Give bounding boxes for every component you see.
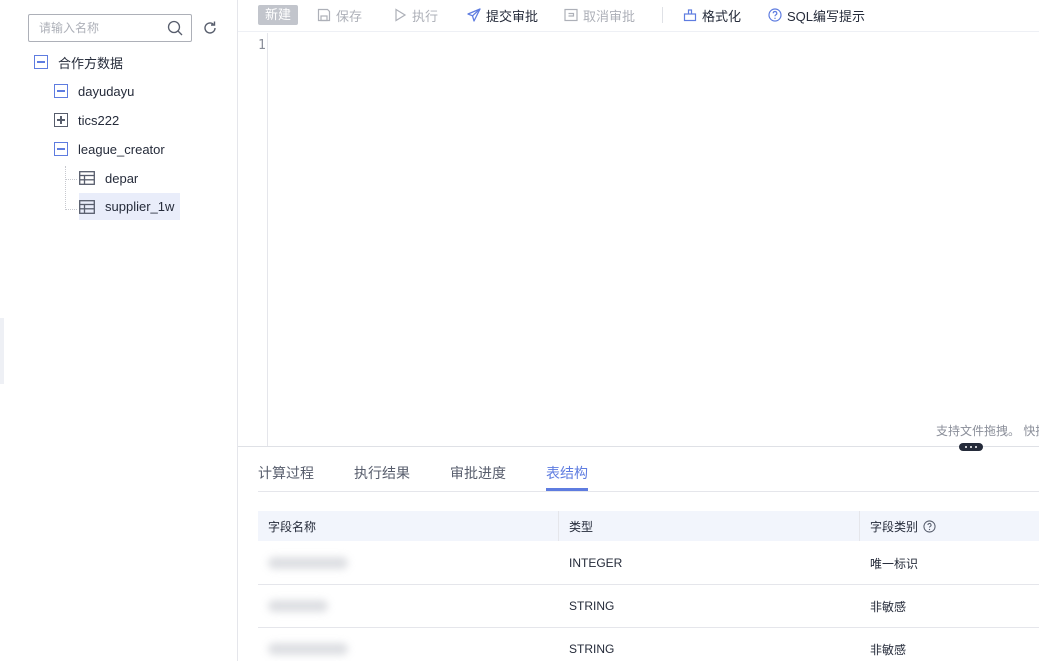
tree-guide-line (65, 179, 77, 180)
submit-approval-label: 提交审批 (486, 8, 539, 24)
field-name-cell (258, 585, 559, 627)
table-row[interactable]: STRING 非敏感 (258, 628, 1039, 661)
search-box[interactable] (28, 14, 192, 42)
tree-table-supplier-1w[interactable]: supplier_1w (79, 193, 181, 220)
collapse-icon[interactable] (34, 55, 48, 69)
field-name-cell (258, 542, 559, 584)
left-panel: 合作方数据 dayudayu tics222 league_creator de… (0, 0, 238, 661)
tab-execution-result[interactable]: 执行结果 (354, 463, 410, 483)
save-icon (317, 8, 331, 22)
panel-divider (238, 446, 1039, 447)
category-cell: 唯一标识 (870, 556, 919, 571)
collapse-handle[interactable] (0, 318, 4, 384)
run-button[interactable]: 执行 (393, 0, 438, 30)
help-icon (768, 8, 782, 22)
active-tab-indicator (546, 488, 588, 491)
type-cell: INTEGER (569, 556, 623, 570)
tree-node-label: league_creator (78, 141, 165, 157)
save-button[interactable]: 保存 (317, 0, 362, 30)
search-icon[interactable] (167, 20, 183, 36)
collapse-icon[interactable] (54, 84, 68, 98)
tree-root[interactable]: 合作方数据 (34, 50, 123, 74)
drag-drop-hint: 支持文件拖拽。 快捷 (936, 424, 1039, 438)
tree-root-label: 合作方数据 (58, 55, 124, 71)
new-button[interactable]: 新建 (258, 5, 299, 25)
send-icon (467, 8, 481, 22)
line-number: 1 (258, 38, 266, 53)
sql-hint-label: SQL编写提示 (787, 8, 866, 24)
format-button[interactable]: 格式化 (683, 0, 741, 30)
category-cell: 非敏感 (870, 599, 907, 614)
toolbar-separator (662, 7, 663, 23)
table-row[interactable]: INTEGER 唯一标识 (258, 542, 1039, 585)
tree-node-label: dayudayu (78, 83, 135, 99)
tree-table-label: depar (105, 170, 139, 186)
tree-guide-line (65, 209, 77, 210)
result-tabs: 计算过程 执行结果 审批进度 表结构 (258, 455, 1039, 492)
tree-guide-line (65, 166, 66, 210)
undo-icon (564, 8, 578, 22)
field-name-cell (258, 628, 559, 661)
tab-approval-progress[interactable]: 审批进度 (450, 463, 506, 483)
cancel-approval-label: 取消审批 (583, 8, 636, 24)
cancel-approval-button[interactable]: 取消审批 (564, 0, 635, 30)
search-input[interactable] (29, 15, 159, 41)
type-cell: STRING (569, 642, 615, 656)
tree-node-league-creator[interactable]: league_creator (54, 137, 165, 161)
table-row[interactable]: STRING 非敏感 (258, 585, 1039, 628)
type-cell: STRING (569, 599, 615, 613)
play-icon (395, 8, 407, 22)
tree-node-tics222[interactable]: tics222 (54, 108, 119, 132)
sql-editor[interactable]: 1 支持文件拖拽。 快捷 (238, 33, 1039, 446)
column-header-type: 类型 (559, 511, 860, 541)
format-icon (683, 9, 697, 22)
column-header-field-name: 字段名称 (258, 511, 559, 541)
redacted-field-name (268, 600, 328, 612)
table-icon (79, 199, 95, 214)
table-header: 字段名称 类型 字段类别 (258, 511, 1039, 541)
refresh-icon[interactable] (202, 20, 218, 36)
tree-node-label: tics222 (78, 112, 120, 128)
help-icon[interactable] (923, 519, 936, 533)
submit-approval-button[interactable]: 提交审批 (467, 0, 538, 30)
collapse-icon[interactable] (54, 142, 68, 156)
tree-table-depar[interactable]: depar (79, 166, 138, 190)
tab-compute-process[interactable]: 计算过程 (258, 463, 314, 483)
resize-handle[interactable] (959, 443, 983, 451)
expand-icon[interactable] (54, 113, 68, 127)
tree-node-dayudayu[interactable]: dayudayu (54, 79, 134, 103)
tree-table-label: supplier_1w (105, 199, 175, 214)
sql-hint-button[interactable]: SQL编写提示 (768, 0, 865, 30)
table-icon (79, 171, 95, 185)
column-header-label: 字段类别 (870, 519, 919, 534)
redacted-field-name (268, 557, 348, 569)
category-cell: 非敏感 (870, 642, 907, 657)
run-label: 执行 (412, 8, 439, 24)
app-root: 合作方数据 dayudayu tics222 league_creator de… (0, 0, 1039, 661)
tab-table-structure[interactable]: 表结构 (546, 463, 588, 483)
save-label: 保存 (336, 8, 363, 24)
editor-toolbar: 新建 保存 执行 提交审批 取消审批 格式化 SQL编写提示 (238, 0, 1039, 32)
line-number-gutter: 1 (238, 33, 268, 446)
format-label: 格式化 (702, 8, 742, 24)
redacted-field-name (268, 643, 348, 655)
column-header-category: 字段类别 (860, 511, 1039, 541)
